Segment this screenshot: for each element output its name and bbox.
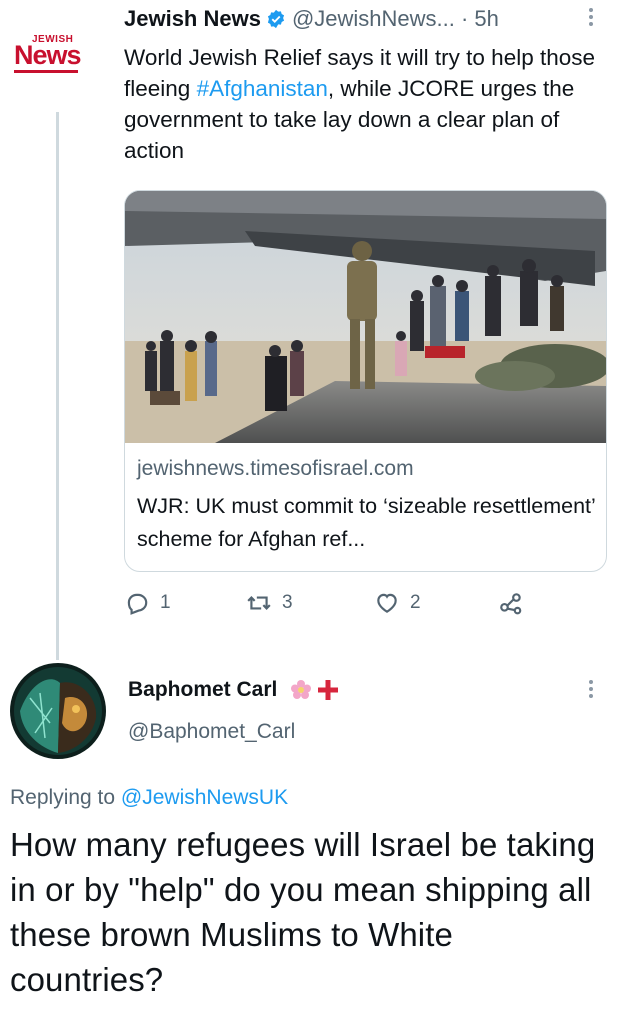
- flower-emoji-icon: [291, 680, 312, 699]
- retweet-count: 3: [282, 592, 293, 613]
- replying-mention-link[interactable]: @JewishNewsUK: [121, 786, 288, 809]
- reply-handle[interactable]: @Baphomet_Carl: [128, 720, 295, 744]
- article-photo: [125, 191, 606, 443]
- replying-prefix: Replying to: [10, 786, 121, 809]
- author-name[interactable]: Jewish News: [124, 6, 261, 32]
- avatar-image: [10, 663, 106, 759]
- share-button[interactable]: [498, 590, 534, 616]
- like-count: 2: [410, 592, 421, 613]
- card-title: WJR: UK must commit to ‘sizeable resettl…: [137, 494, 595, 551]
- card-domain: jewishnews.timesofisrael.com: [137, 457, 414, 480]
- replying-to: Replying to @JewishNewsUK: [10, 786, 288, 810]
- thread-connector: [56, 112, 59, 660]
- reply-text: How many refugees will Israel be taking …: [10, 826, 596, 998]
- more-icon[interactable]: [586, 8, 596, 30]
- tweet-header: Jewish News @JewishNews... · 5h: [124, 6, 499, 32]
- reply-author-name: Baphomet Carl: [128, 678, 278, 701]
- tweet-text: World Jewish Relief says it will try to …: [124, 42, 614, 166]
- handle-and-time[interactable]: @JewishNews... · 5h: [292, 6, 499, 32]
- reply-icon: [127, 593, 148, 615]
- reply-count: 1: [160, 592, 171, 613]
- reply-avatar[interactable]: [10, 663, 106, 759]
- retweet-button[interactable]: 3: [246, 590, 293, 616]
- reply-author[interactable]: Baphomet Carl: [128, 678, 339, 702]
- hashtag-link[interactable]: #Afghanistan: [197, 76, 328, 101]
- logo-big-text: News: [14, 40, 82, 70]
- like-button[interactable]: 2: [374, 590, 421, 616]
- share-icon: [500, 593, 522, 615]
- link-card[interactable]: jewishnews.timesofisrael.com WJR: UK mus…: [124, 190, 607, 572]
- reply-button[interactable]: 1: [124, 590, 171, 616]
- verified-icon: [267, 9, 285, 29]
- england-flag-icon: [318, 680, 339, 700]
- jewish-news-avatar[interactable]: JEWISH News: [14, 34, 96, 74]
- logo-underline: [14, 70, 78, 73]
- reply-more-icon[interactable]: [586, 680, 596, 702]
- tweet-actions: 1 3 2: [124, 590, 605, 622]
- retweet-icon: [247, 596, 271, 610]
- like-icon: [377, 593, 397, 613]
